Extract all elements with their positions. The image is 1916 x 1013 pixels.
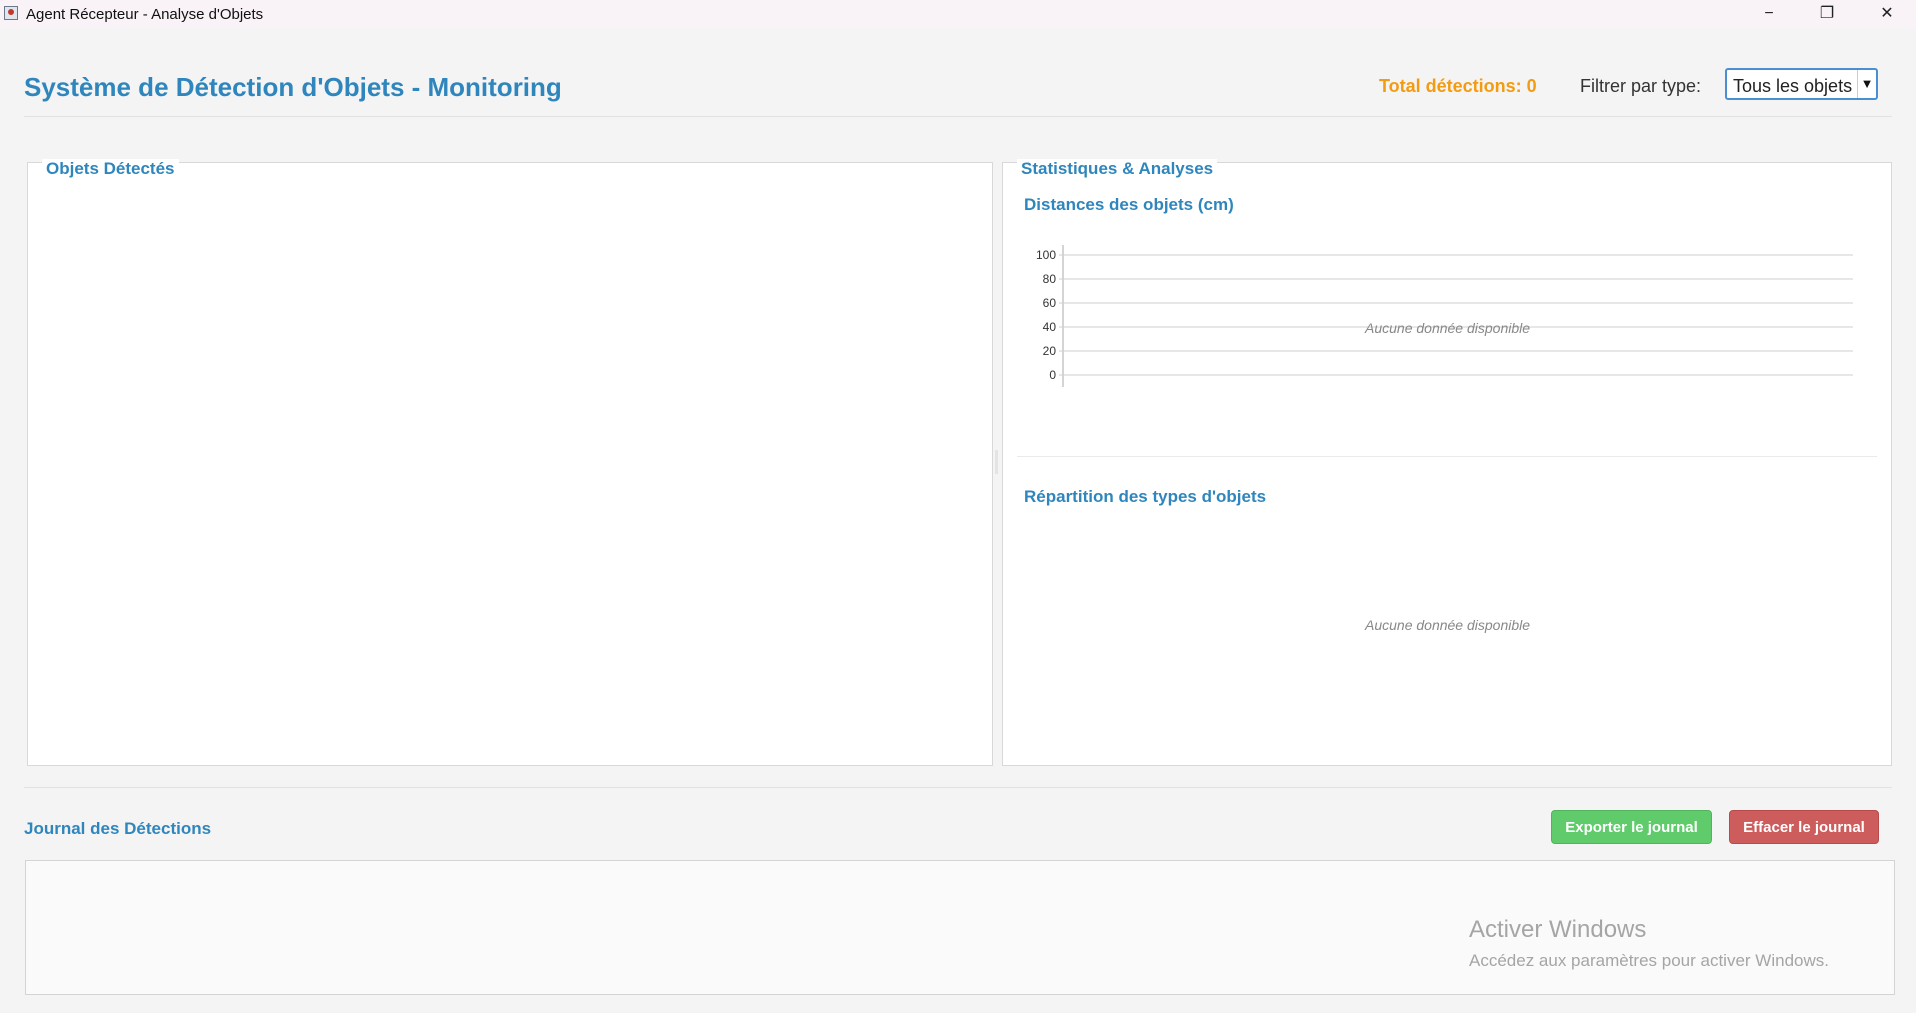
y-tick-label: 40 xyxy=(1043,320,1057,334)
distance-empty-message: Aucune donnée disponible xyxy=(1365,320,1531,336)
distance-chart-title: Distances des objets (cm) xyxy=(1024,195,1234,214)
y-tick-label: 60 xyxy=(1043,296,1057,310)
charts-divider xyxy=(1017,456,1877,457)
title-bar: Agent Récepteur - Analyse d'Objets − ❐ ✕ xyxy=(0,0,1916,28)
types-chart-title: Répartition des types d'objets xyxy=(1024,487,1267,506)
y-tick-label: 0 xyxy=(1049,368,1056,382)
detected-objects-panel: Objets Détectés xyxy=(27,159,993,766)
filter-type-select[interactable]: Tous les objets ▼ xyxy=(1725,68,1878,100)
header-divider xyxy=(24,116,1892,117)
page-title: Système de Détection d'Objets - Monitori… xyxy=(24,72,562,102)
java-app-icon xyxy=(4,6,18,20)
filter-selected-value: Tous les objets xyxy=(1733,76,1853,96)
y-tick-label: 80 xyxy=(1043,272,1057,286)
statistics-title: Statistiques & Analyses xyxy=(1017,159,1218,179)
y-tick-label: 100 xyxy=(1036,248,1056,262)
journal-divider xyxy=(24,787,1892,788)
split-pane-divider[interactable] xyxy=(995,450,998,474)
filter-label: Filtrer par type: xyxy=(1580,76,1702,96)
window-title: Agent Récepteur - Analyse d'Objets xyxy=(26,6,264,23)
journal-title: Journal des Détections xyxy=(24,819,212,838)
y-tick-label: 20 xyxy=(1043,344,1057,358)
minimize-icon[interactable]: − xyxy=(1740,0,1798,28)
detected-objects-title: Objets Détectés xyxy=(42,159,179,179)
clear-journal-button[interactable]: Effacer le journal xyxy=(1729,810,1879,844)
export-journal-button[interactable]: Exporter le journal xyxy=(1551,810,1712,844)
types-empty-message: Aucune donnée disponible xyxy=(1365,617,1531,633)
chevron-down-icon[interactable]: ▼ xyxy=(1857,70,1876,98)
activation-watermark-title: Activer Windows xyxy=(1469,916,1647,943)
activation-watermark-subtitle: Accédez aux paramètres pour activer Wind… xyxy=(1469,951,1829,970)
restore-icon[interactable]: ❐ xyxy=(1798,0,1856,28)
close-icon[interactable]: ✕ xyxy=(1858,0,1916,28)
statistics-panel: Statistiques & Analyses Distances des ob… xyxy=(1002,159,1892,766)
total-detections-label: Total détections: 0 xyxy=(1379,76,1537,96)
